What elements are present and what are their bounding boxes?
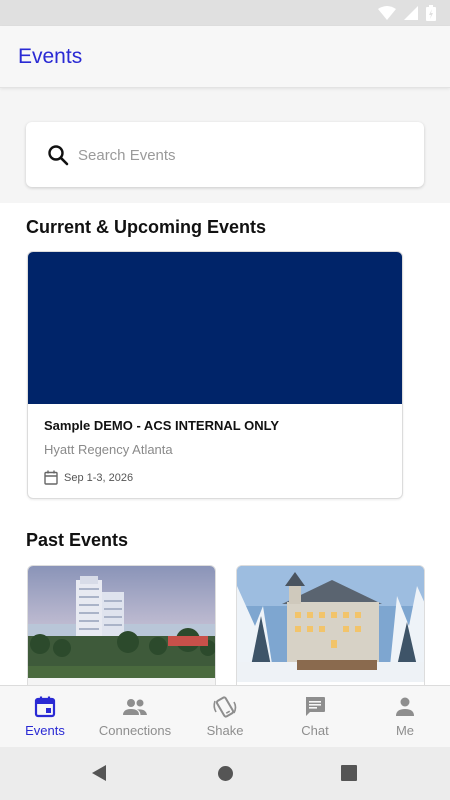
nav-item-me[interactable]: Me bbox=[360, 686, 450, 747]
recents-icon[interactable] bbox=[341, 765, 357, 781]
nav-item-events[interactable]: Events bbox=[0, 686, 90, 747]
nav-item-chat[interactable]: Chat bbox=[270, 686, 360, 747]
status-bar bbox=[0, 0, 450, 26]
nav-item-shake[interactable]: Shake bbox=[180, 686, 270, 747]
past-events-heading: Past Events bbox=[26, 530, 129, 550]
app-bar: Events bbox=[0, 26, 450, 88]
event-date-row: Sep 1-3, 2026 bbox=[44, 470, 133, 485]
event-date: Sep 1-3, 2026 bbox=[64, 471, 134, 484]
event-name: Sample DEMO - ACS INTERNAL ONLY bbox=[44, 418, 279, 433]
bottom-nav: Events Connections Shake Chat Me bbox=[0, 685, 450, 747]
shake-phone-icon bbox=[213, 696, 237, 718]
event-banner bbox=[28, 252, 402, 404]
nav-label: Shake bbox=[206, 723, 244, 738]
person-icon bbox=[396, 697, 414, 716]
current-events-heading: Current & Upcoming Events bbox=[26, 217, 267, 237]
nav-label: Me bbox=[395, 723, 415, 738]
calendar-icon bbox=[44, 470, 58, 485]
nav-label: Connections bbox=[98, 723, 172, 738]
event-card[interactable]: Sample DEMO - ACS INTERNAL ONLY Hyatt Re… bbox=[27, 251, 403, 499]
events-content[interactable]: Current & Upcoming Events Sample DEMO - … bbox=[0, 203, 450, 685]
signal-icon bbox=[404, 6, 418, 20]
nav-item-connections[interactable]: Connections bbox=[90, 686, 180, 747]
snowy-lodge-photo bbox=[237, 566, 424, 685]
search-icon bbox=[48, 145, 69, 166]
chat-icon bbox=[306, 697, 325, 716]
nav-label: Chat bbox=[301, 723, 329, 738]
system-nav-bar bbox=[0, 747, 450, 800]
search-input[interactable] bbox=[78, 142, 398, 168]
event-venue: Hyatt Regency Atlanta bbox=[44, 442, 173, 457]
people-icon bbox=[123, 699, 147, 715]
search-box[interactable] bbox=[26, 122, 424, 187]
page-title: Events bbox=[18, 45, 83, 68]
back-icon[interactable] bbox=[90, 764, 108, 782]
wifi-icon bbox=[378, 6, 396, 20]
nav-label: Events bbox=[25, 723, 65, 738]
past-event-card[interactable] bbox=[236, 565, 425, 685]
battery-icon bbox=[426, 5, 436, 21]
home-icon[interactable] bbox=[217, 765, 234, 782]
tropical-hotel-photo bbox=[28, 566, 215, 685]
calendar-icon bbox=[34, 696, 56, 718]
past-event-card[interactable] bbox=[27, 565, 216, 685]
